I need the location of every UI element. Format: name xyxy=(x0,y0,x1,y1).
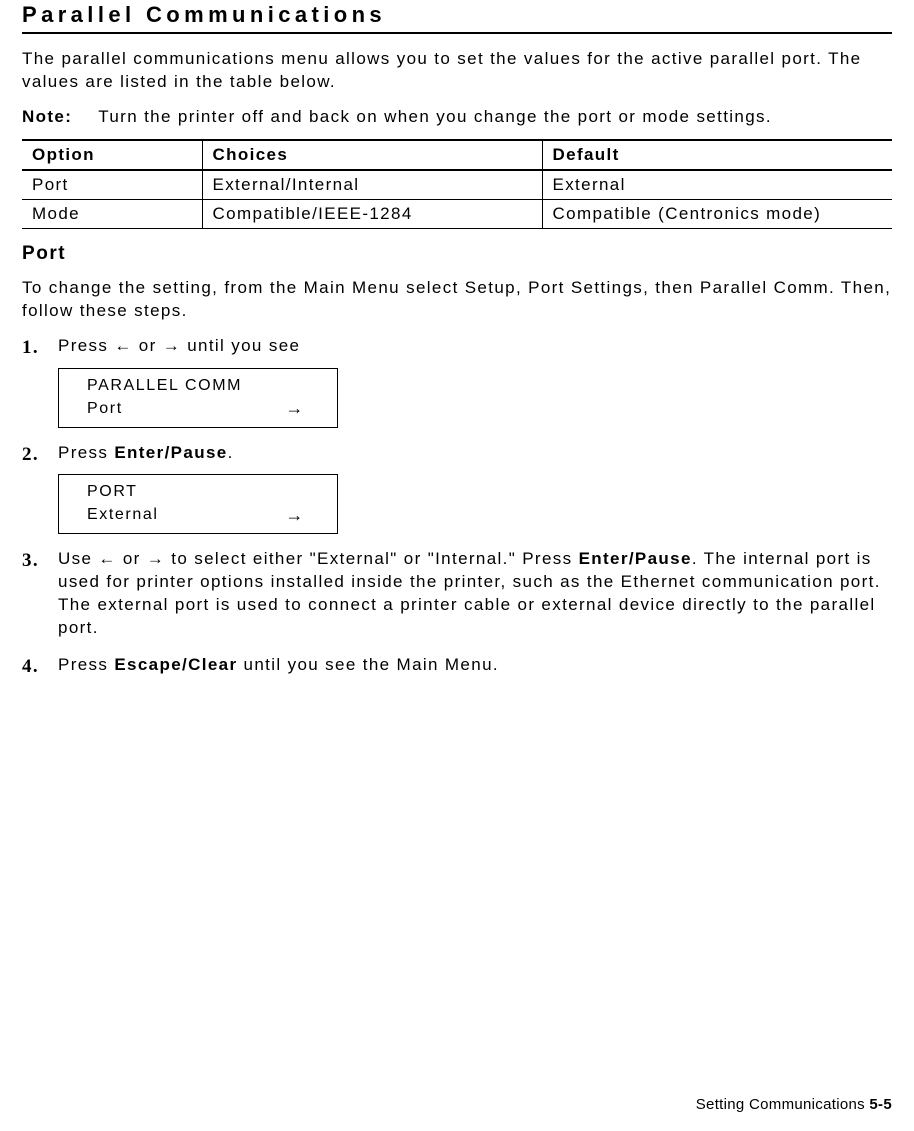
steps-list: Press ← or → until you see PARALLEL COMM… xyxy=(22,335,892,677)
step-3: Use ← or → to select either "External" o… xyxy=(22,548,892,640)
col-choices: Choices xyxy=(202,140,542,170)
cell-default: External xyxy=(542,170,892,200)
document-page: Parallel Communications The parallel com… xyxy=(0,0,914,1131)
step1-mid: or xyxy=(133,336,163,355)
cell-option: Mode xyxy=(22,199,202,228)
col-default: Default xyxy=(542,140,892,170)
step-2: Press Enter/Pause. PORT External → xyxy=(22,442,892,535)
options-table: Option Choices Default Port External/Int… xyxy=(22,139,892,229)
note-label: Note: xyxy=(22,106,72,129)
enter-pause-key: Enter/Pause xyxy=(579,549,692,568)
arrow-left-icon: ← xyxy=(98,548,116,571)
lcd-screen: PARALLEL COMM Port → xyxy=(58,368,338,428)
step3-pre: Use xyxy=(58,549,98,568)
page-title: Parallel Communications xyxy=(22,0,892,34)
step2-pre: Press xyxy=(58,443,114,462)
cell-choices: Compatible/IEEE-1284 xyxy=(202,199,542,228)
lcd-line1: PARALLEL COMM xyxy=(87,375,323,397)
cell-choices: External/Internal xyxy=(202,170,542,200)
lcd-screen: PORT External → xyxy=(58,474,338,534)
port-intro: To change the setting, from the Main Men… xyxy=(22,277,892,323)
step4-pre: Press xyxy=(58,655,114,674)
cell-option: Port xyxy=(22,170,202,200)
lcd-line1: PORT xyxy=(87,481,323,503)
arrow-right-icon: → xyxy=(147,548,165,571)
table-row: Port External/Internal External xyxy=(22,170,892,200)
step3-mid: or xyxy=(117,549,147,568)
step4-post: until you see the Main Menu. xyxy=(237,655,499,674)
arrow-right-icon: → xyxy=(163,335,181,358)
escape-clear-key: Escape/Clear xyxy=(114,655,237,674)
note-block: Note: Turn the printer off and back on w… xyxy=(22,106,892,129)
step1-pre: Press xyxy=(58,336,114,355)
table-header-row: Option Choices Default xyxy=(22,140,892,170)
table-row: Mode Compatible/IEEE-1284 Compatible (Ce… xyxy=(22,199,892,228)
arrow-right-icon: → xyxy=(285,503,323,527)
page-footer: Setting Communications 5-5 xyxy=(696,1096,892,1113)
step3-post1: to select either "External" or "Internal… xyxy=(165,549,578,568)
enter-pause-key: Enter/Pause xyxy=(114,443,227,462)
step1-post: until you see xyxy=(181,336,300,355)
step-4: Press Escape/Clear until you see the Mai… xyxy=(22,654,892,677)
note-text: Turn the printer off and back on when yo… xyxy=(98,106,772,129)
footer-text: Setting Communications xyxy=(696,1096,870,1113)
intro-paragraph: The parallel communications menu allows … xyxy=(22,48,892,94)
arrow-left-icon: ← xyxy=(114,335,132,358)
lcd-line2: External xyxy=(87,504,159,526)
lcd-line2: Port xyxy=(87,398,123,420)
col-option: Option xyxy=(22,140,202,170)
arrow-right-icon: → xyxy=(285,396,323,420)
page-number: 5-5 xyxy=(869,1096,892,1113)
step2-post: . xyxy=(228,443,234,462)
step-1: Press ← or → until you see PARALLEL COMM… xyxy=(22,335,892,428)
port-subheading: Port xyxy=(22,243,892,265)
cell-default: Compatible (Centronics mode) xyxy=(542,199,892,228)
